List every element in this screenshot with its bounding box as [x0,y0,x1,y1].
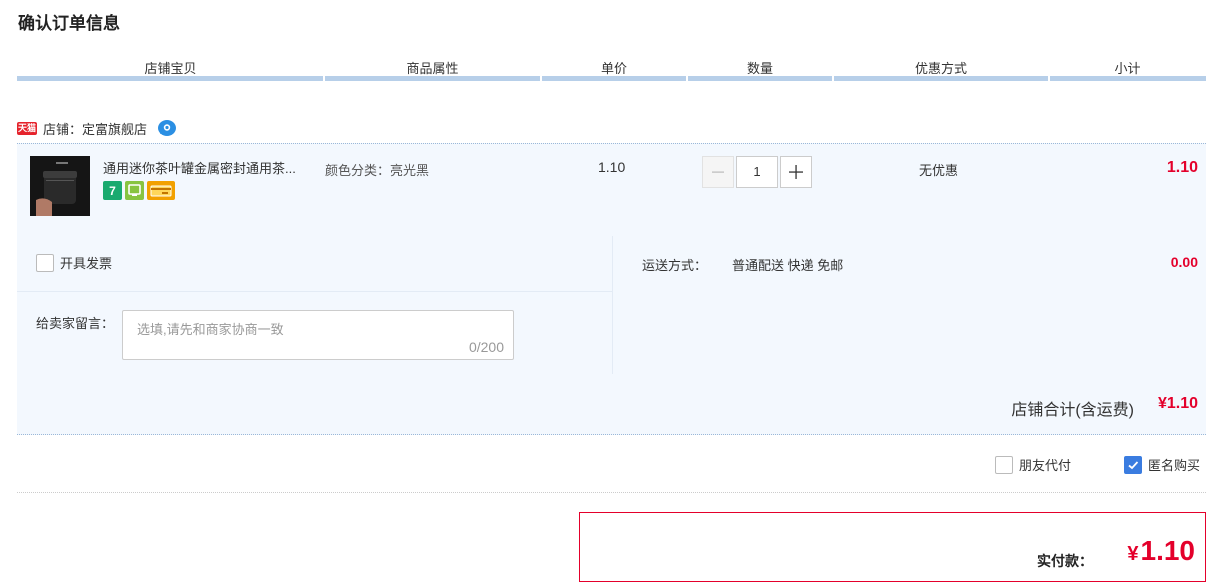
friend-pay-checkbox[interactable] [995,455,1013,474]
item-subtotal: 1.10 [1166,159,1198,176]
anonymous-buy-label: 匿名购买 [1148,458,1201,473]
card-payment-icon[interactable] [147,181,175,200]
divider [17,291,612,292]
shop-label: 店铺：定富旗舰店 [43,119,147,138]
column-header-quantity: 数量 [746,61,773,76]
minus-icon [712,171,724,173]
unit-price: 1.10 [598,159,626,175]
product-thumbnail[interactable] [30,156,90,216]
header-underline [834,76,1048,81]
divider [17,492,1206,494]
header-underline [1050,76,1206,81]
payment-amount: ¥1.10 [1127,535,1195,567]
service-badges: 7 [103,181,175,200]
shop-name-link[interactable]: 定富旗舰店 [82,122,147,137]
payment-amount-value: 1.10 [1140,535,1196,566]
column-header-discount: 优惠方式 [914,61,967,76]
shop-total-label: 店铺合计(含运费) [1011,402,1134,419]
friend-pay-option[interactable]: 朋友代付 [995,455,1071,474]
discount-method: 无优惠 [919,163,959,178]
quantity-input[interactable]: 1 [736,156,778,188]
anonymous-buy-checkbox[interactable] [1124,455,1142,474]
shop-row: 天猫 店铺：定富旗舰店 [17,117,177,139]
tea-canister-image [30,156,90,216]
plus-icon [789,165,803,179]
seller-message-textarea[interactable]: 选填,请先和商家协商一致 0/200 [122,310,514,360]
header-underline [325,76,540,81]
shop-label-text: 店铺： [43,121,83,137]
order-options-panel: 开具发票 给卖家留言： 选填,请先和商家协商一致 0/200 运送方式： 普通配… [17,236,1206,374]
shop-total-value: ¥1.10 [1157,395,1198,412]
header-underline [17,76,323,81]
page-title: 确认订单信息 [18,14,120,33]
seller-message-placeholder: 选填,请先和商家协商一致 [137,322,284,337]
decrease-quantity-button[interactable] [702,156,734,188]
shipping-price: 0.00 [1170,254,1198,270]
guarantee-icon[interactable] [125,181,144,200]
seven-day-return-icon[interactable]: 7 [103,181,122,200]
header-underline [542,76,686,81]
payment-label: 实付款： [1037,553,1093,569]
payment-summary-box: 实付款： ¥1.10 [579,512,1206,582]
column-header-price: 单价 [600,61,627,76]
wangwang-chat-icon[interactable] [157,119,177,137]
seller-message-label: 给卖家留言： [36,316,115,331]
shop-total-row: 店铺合计(含运费) ¥1.10 [17,374,1206,435]
header-underline [688,76,832,81]
divider [612,236,613,374]
checkmark-icon [1128,460,1139,469]
anonymous-buy-option[interactable]: 匿名购买 [1124,455,1200,474]
invoice-label: 开具发票 [60,256,113,271]
column-header-attribute: 商品属性 [406,61,459,76]
invoice-option[interactable]: 开具发票 [36,253,112,272]
column-header-item: 店铺宝贝 [144,61,197,76]
product-title-link[interactable]: 通用迷你茶叶罐金属密封通用茶... [103,158,318,177]
tmall-icon: 天猫 [17,121,37,135]
quantity-stepper: 1 [702,156,812,188]
increase-quantity-button[interactable] [780,156,812,188]
product-attribute: 颜色分类：亮光黑 [325,163,430,178]
currency-symbol: ¥ [1127,543,1139,565]
seller-message-counter: 0/200 [468,339,504,355]
invoice-checkbox[interactable] [36,253,54,272]
shipping-label: 运送方式： [642,258,708,273]
shipping-method: 普通配送 快递 免邮 [732,258,844,273]
column-header-subtotal: 小计 [1114,61,1141,76]
friend-pay-label: 朋友代付 [1019,458,1072,473]
order-item-row: 通用迷你茶叶罐金属密封通用茶... 7 颜色分类：亮光黑 1.10 1 无优惠 … [17,143,1206,236]
